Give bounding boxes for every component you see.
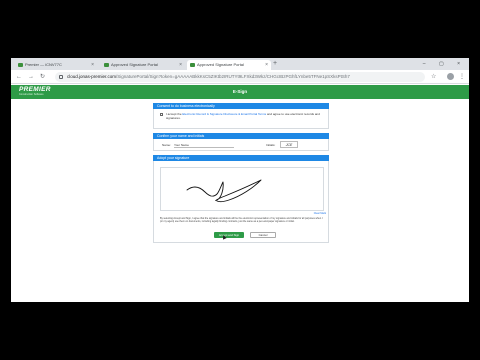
consent-checkbox[interactable] xyxy=(160,113,163,116)
browser-tab-3-active[interactable]: Approved Signature Portal × xyxy=(187,60,271,70)
site-favicon-icon xyxy=(18,63,23,67)
adopt-section: Clear Mark By selecting Accept and Sign,… xyxy=(153,161,329,243)
signature-drawing xyxy=(186,179,262,203)
new-tab-button[interactable]: + xyxy=(273,59,277,69)
profile-avatar-icon[interactable] xyxy=(447,73,454,80)
premier-logo: PREMIER xyxy=(19,86,51,93)
browser-tab-1[interactable]: Premier — iCNV77C × xyxy=(15,60,97,70)
lock-icon xyxy=(59,75,63,79)
window-controls[interactable]: – ▢ × xyxy=(423,58,466,70)
initials-field[interactable]: JCE xyxy=(280,141,298,148)
reload-icon[interactable]: ↻ xyxy=(40,72,45,82)
site-header: E-Sign PREMIER Construction Software xyxy=(11,85,469,99)
site-favicon-icon xyxy=(190,63,195,67)
logo-tagline: Construction Software xyxy=(19,93,44,96)
tab-label: Approved Signature Portal xyxy=(197,62,244,67)
signature-pad[interactable] xyxy=(160,167,324,211)
clear-signature-link[interactable]: Clear Mark xyxy=(314,212,326,215)
browser-tab-2[interactable]: Approved Signature Portal × xyxy=(101,60,185,70)
accept-and-sign-button[interactable]: Accept and Sign xyxy=(214,232,244,238)
site-favicon-icon xyxy=(104,63,109,67)
address-bar[interactable]: cloud.jonas-premier.com/SignaturePortal/… xyxy=(55,72,425,82)
consent-text: I accept the Electronic Record & Signatu… xyxy=(166,112,324,120)
browser-window: Premier — iCNV77C × Approved Signature P… xyxy=(11,58,469,302)
esign-panel: Consent to do business electronically I … xyxy=(153,103,329,243)
url-host: cloud.jonas-premier.com xyxy=(67,74,117,79)
back-arrow-icon[interactable]: ← xyxy=(16,72,22,82)
cancel-button[interactable]: Cancel xyxy=(250,232,276,238)
close-icon[interactable]: × xyxy=(91,60,94,70)
tab-label: Premier — iCNV77C xyxy=(25,62,62,67)
consent-section: I accept the Electronic Record & Signatu… xyxy=(153,109,329,129)
bookmark-star-icon[interactable]: ☆ xyxy=(431,72,436,82)
close-icon[interactable]: × xyxy=(179,60,182,70)
legal-disclaimer: By selecting Accept and Sign, I agree th… xyxy=(160,217,323,223)
close-icon[interactable]: × xyxy=(265,60,268,70)
confirm-section: Name: Your Name Initials: JCE xyxy=(153,139,329,151)
initials-label: Initials: xyxy=(266,143,276,147)
tab-label: Approved Signature Portal xyxy=(111,62,158,67)
disclosure-link[interactable]: Electronic Record & Signature Disclosure… xyxy=(182,112,266,116)
browser-toolbar: ← → ↻ cloud.jonas-premier.com/SignatureP… xyxy=(11,70,469,84)
name-field[interactable]: Your Name xyxy=(174,143,234,148)
forward-arrow-icon[interactable]: → xyxy=(28,72,34,82)
page-title: E-Sign xyxy=(232,89,248,94)
url-path: /SignaturePortal/Sign?token=gAAAAABkkKsC… xyxy=(116,74,350,79)
name-label: Name: xyxy=(162,143,171,147)
browser-menu-icon[interactable]: ⋮ xyxy=(459,72,465,82)
tab-strip: Premier — iCNV77C × Approved Signature P… xyxy=(11,58,469,70)
